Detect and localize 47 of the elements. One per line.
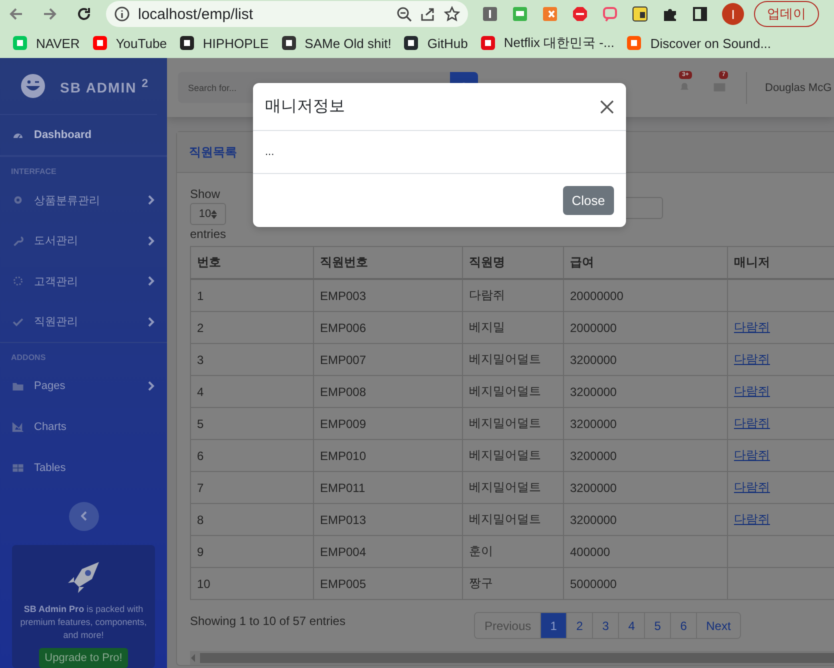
table-cell: 3200000 <box>564 408 728 440</box>
table-cell: 3200000 <box>564 440 728 472</box>
table-cell: EMP013 <box>314 504 462 536</box>
table-cell: EMP006 <box>314 312 462 344</box>
table-cell: 8 <box>190 504 314 536</box>
table-cell: 베지밀어덜트 <box>462 408 564 440</box>
table-cell: EMP003 <box>314 279 462 312</box>
table-cell: 1 <box>190 279 314 312</box>
length-label: entries <box>190 227 226 241</box>
table-info: Showing 1 to 10 of 57 entries <box>190 613 346 628</box>
table-cell: 10 <box>190 568 314 600</box>
table-cell: 2000000 <box>564 312 728 344</box>
table-cell: 베지밀어덜트 <box>462 344 564 376</box>
table-cell: 베지밀어덜트 <box>462 472 564 504</box>
table-cell: 3 <box>190 344 314 376</box>
modal-title: 매니저정보 <box>265 97 345 117</box>
table-cell: EMP005 <box>314 568 462 600</box>
table-cell: EMP007 <box>314 344 462 376</box>
table-cell: 400000 <box>564 536 728 568</box>
card-title: 직원목록 <box>189 144 237 160</box>
table-cell: 짱구 <box>462 568 564 600</box>
table-cell: 7 <box>190 472 314 504</box>
table-cell: 9 <box>190 536 314 568</box>
length-label: Show <box>190 187 222 201</box>
table-cell: 20000000 <box>564 279 728 312</box>
table-cell: 5000000 <box>564 568 728 600</box>
table-cell: EMP011 <box>314 472 462 504</box>
table-cell: 4 <box>190 376 314 408</box>
table-cell: 훈이 <box>462 536 564 568</box>
table-cell: EMP004 <box>314 536 462 568</box>
promo-text: SB Admin Pro is packed with premium features, components, and more! <box>19 602 148 642</box>
table-cell: 베지밀 <box>462 312 564 344</box>
table-cell: EMP009 <box>314 408 462 440</box>
table-cell: 베지밀어덜트 <box>462 440 564 472</box>
table-cell: EMP008 <box>314 376 462 408</box>
modal-body-text: ... <box>265 146 274 158</box>
table-cell: 다람쥐 <box>462 279 564 312</box>
table-cell: 3200000 <box>564 504 728 536</box>
table-cell: 5 <box>190 408 314 440</box>
table-cell: 3200000 <box>564 472 728 504</box>
table-cell: 6 <box>190 440 314 472</box>
table-cell: 베지밀어덜트 <box>462 504 564 536</box>
table-cell: 3200000 <box>564 344 728 376</box>
table-cell: 베지밀어덜트 <box>462 376 564 408</box>
table-cell: 3200000 <box>564 376 728 408</box>
table-cell: EMP010 <box>314 440 462 472</box>
table-cell: 2 <box>190 312 314 344</box>
